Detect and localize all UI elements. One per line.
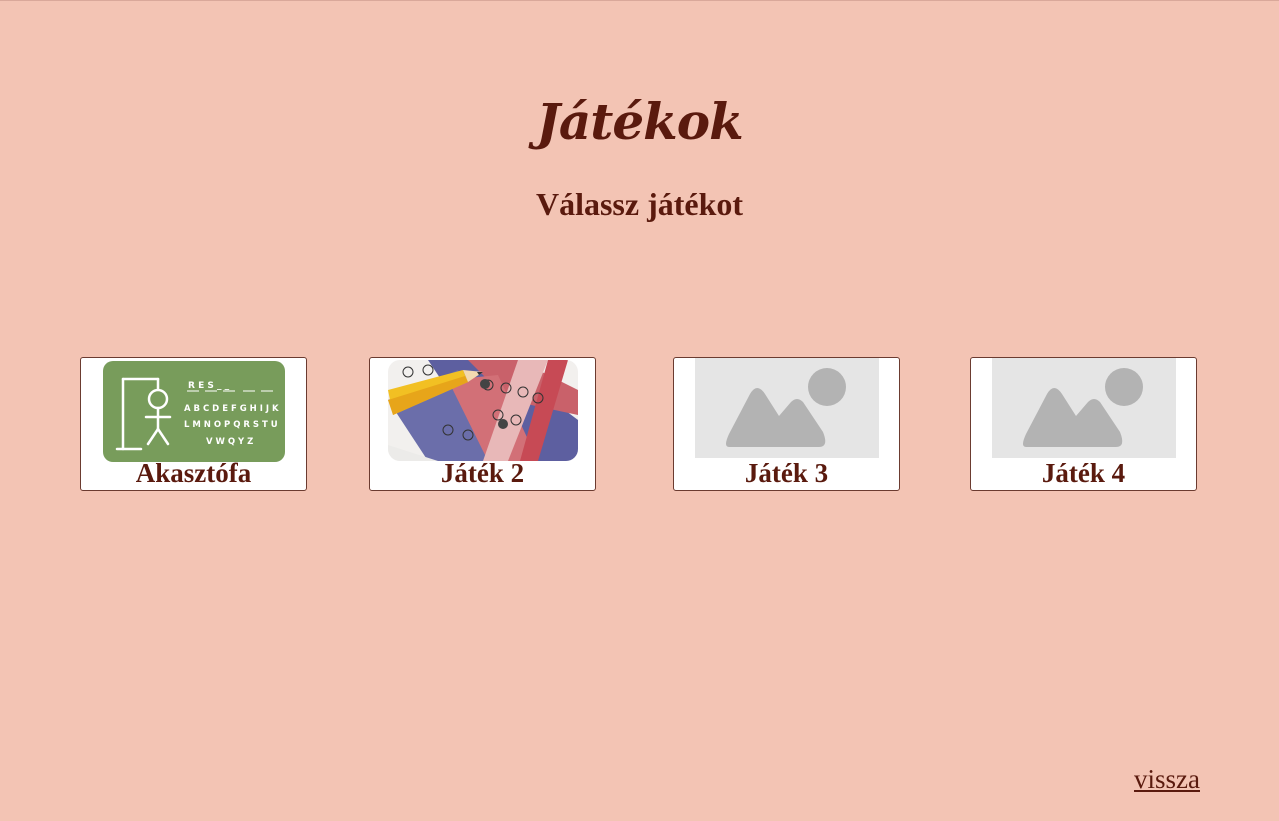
page-title: Játékok	[536, 92, 744, 151]
game-card-label: Játék 2	[440, 458, 525, 488]
game-card-2[interactable]: Játék 2	[369, 357, 596, 491]
image-placeholder-icon	[694, 358, 879, 458]
hangman-icon: R E S _ _ A B C D E F G H I J K L M N O …	[102, 361, 285, 462]
page-subtitle: Válassz játékot	[535, 186, 744, 222]
svg-text:A B C D E F G H I J K: A B C D E F G H I J K	[184, 404, 279, 414]
game-card-label: Akasztófa	[135, 458, 252, 488]
back-link[interactable]: vissza	[1134, 764, 1200, 795]
svg-text:L M N O P Q R S T U: L M N O P Q R S T U	[184, 420, 278, 430]
game-card-label: Játék 4	[1041, 458, 1126, 488]
svg-text:R E S _ _: R E S _ _	[188, 381, 230, 391]
game-card-4[interactable]: Játék 4	[970, 357, 1197, 491]
game-card-hangman[interactable]: R E S _ _ A B C D E F G H I J K L M N O …	[80, 357, 307, 491]
image-placeholder-icon	[991, 358, 1176, 458]
game-card-3[interactable]: Játék 3	[673, 357, 900, 491]
game-card-label: Játék 3	[744, 458, 829, 488]
top-border	[0, 0, 1279, 1]
english-test-image	[387, 360, 578, 461]
svg-text:V W Q Y Z: V W Q Y Z	[206, 437, 253, 447]
